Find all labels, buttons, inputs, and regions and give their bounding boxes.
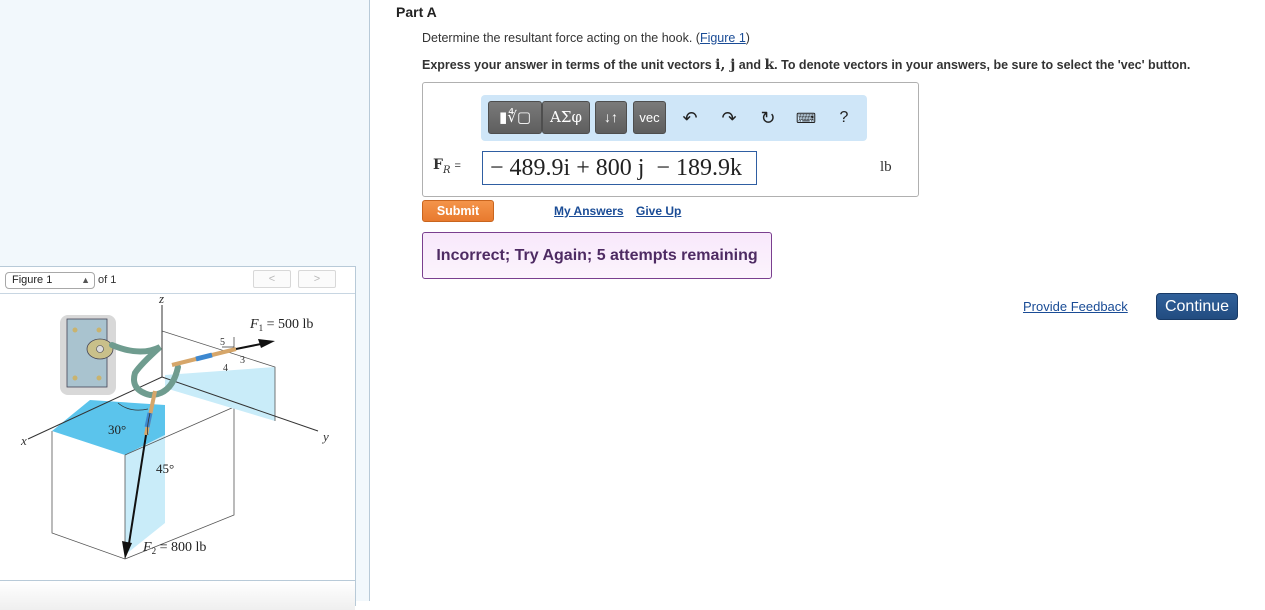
incorrect-feedback-message: Incorrect; Try Again; 5 attempts remaini…: [422, 232, 772, 279]
templates-button[interactable]: ▮∜▢: [488, 101, 542, 134]
instructions-pre: Express your answer in terms of the unit…: [422, 58, 716, 72]
help-label: ?: [839, 109, 849, 126]
answer-label-sub: R: [442, 164, 451, 176]
x-axis-label: x: [20, 433, 27, 448]
hook-shape: [109, 342, 181, 399]
figure-toolbar: Figure 1 ▲ of 1 < >: [0, 267, 355, 294]
figure-frame: Figure 1 ▲ of 1 < > z x y 30° 45° 5 3 4 …: [0, 266, 356, 610]
vec-button[interactable]: vec: [633, 101, 666, 134]
next-figure-button[interactable]: >: [298, 270, 336, 288]
angle-45-label: 45°: [156, 461, 174, 476]
answer-label: FR =: [433, 157, 461, 176]
instructions-and: and: [735, 58, 765, 72]
hook-figure: z x y 30° 45° 5 3 4 F1 = 500 lb F2 = 800…: [20, 295, 329, 560]
slope-5-label: 5: [220, 337, 225, 348]
angle-30-label: 30°: [108, 422, 126, 437]
math-toolbar: ▮∜▢ ΑΣφ ↓↑ vec ↶ ↷ ↻ ⌨ ?: [481, 95, 867, 141]
answer-unit: lb: [880, 159, 892, 175]
question-body: Determine the resultant force acting on …: [422, 31, 700, 45]
templates-icon: ▮∜▢: [499, 108, 531, 126]
sort-icon: ↓↑: [604, 109, 618, 125]
prev-figure-button[interactable]: <: [253, 270, 291, 288]
figure-panel: Figure 1 ▲ of 1 < > z x y 30° 45° 5 3 4 …: [0, 0, 370, 610]
figure-link[interactable]: Figure 1: [700, 31, 746, 45]
instructions-post: . To denote vectors in your answers, be …: [774, 58, 1191, 72]
answer-box: ▮∜▢ ΑΣφ ↓↑ vec ↶ ↷ ↻ ⌨ ? FR = − 489.9i + …: [422, 82, 919, 197]
select-arrows-icon: ▲: [81, 275, 90, 285]
question-close: ): [745, 31, 750, 45]
figure-select-value: Figure 1: [12, 274, 53, 286]
y-axis-label: y: [321, 429, 329, 444]
continue-button[interactable]: Continue: [1156, 293, 1238, 320]
figure-footer: [0, 580, 355, 610]
prev-icon: <: [268, 273, 276, 285]
undo-icon[interactable]: ↶: [677, 105, 703, 131]
reset-icon[interactable]: ↻: [755, 105, 781, 131]
figure-count: of 1: [98, 274, 117, 286]
instructions-text: Express your answer in terms of the unit…: [422, 57, 1190, 73]
provide-feedback-link[interactable]: Provide Feedback: [1023, 299, 1128, 314]
answer-label-main: F: [433, 157, 443, 173]
answer-label-eq: =: [454, 160, 461, 172]
figure-select[interactable]: Figure 1 ▲: [5, 272, 95, 289]
f1-label: F1 = 500 lb: [249, 317, 313, 333]
redo-icon[interactable]: ↷: [716, 105, 742, 131]
answer-input[interactable]: − 489.9i + 800 j − 189.9k: [482, 151, 757, 185]
question-text: Determine the resultant force acting on …: [422, 31, 750, 45]
part-title: Part A: [396, 4, 437, 20]
f2-label: F2 = 800 lb: [142, 540, 206, 556]
keyboard-icon[interactable]: ⌨: [793, 105, 819, 131]
give-up-link[interactable]: Give Up: [636, 204, 681, 218]
symbols-icon: ΑΣφ: [550, 108, 582, 126]
next-icon: >: [313, 273, 321, 285]
unit-vector-k: k: [764, 57, 775, 73]
submit-button[interactable]: Submit: [422, 200, 494, 222]
symbols-button[interactable]: ΑΣφ: [542, 101, 590, 134]
my-answers-link[interactable]: My Answers: [554, 204, 624, 218]
vec-label: vec: [639, 110, 660, 125]
slope-3-label: 3: [240, 355, 245, 366]
help-icon[interactable]: ?: [831, 105, 857, 131]
unit-vectors-ij: i, j: [715, 57, 736, 73]
z-axis-label: z: [158, 295, 164, 306]
slope-4-label: 4: [223, 363, 228, 374]
sort-button[interactable]: ↓↑: [595, 101, 627, 134]
